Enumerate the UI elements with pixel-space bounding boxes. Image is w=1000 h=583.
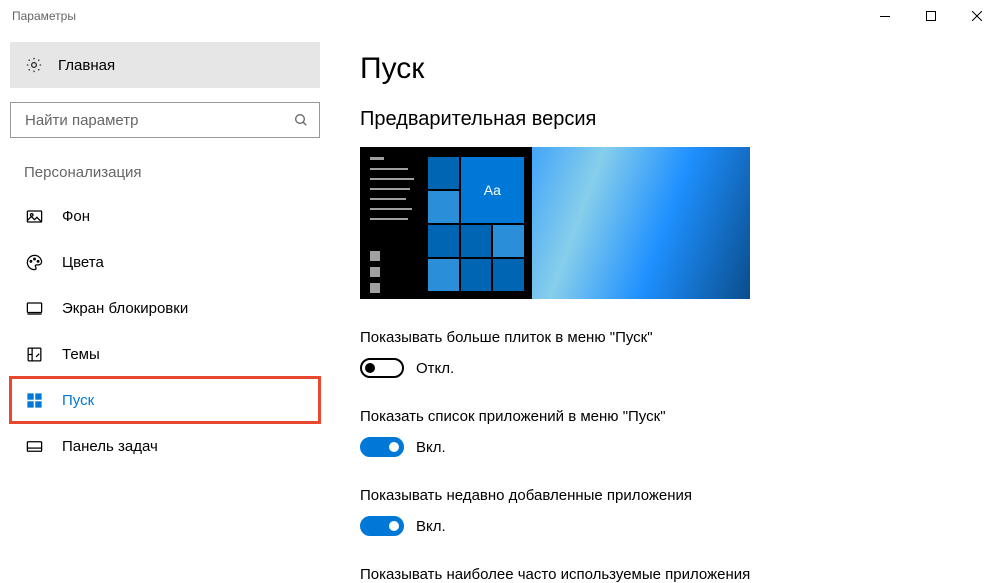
sidebar-item-background[interactable]: Фон [10,193,320,239]
toggle-more-tiles[interactable] [360,358,404,378]
search-icon [293,112,309,128]
subtitle: Предварительная версия [360,108,980,131]
start-icon [24,390,44,410]
sidebar-item-label: Темы [62,346,100,363]
sidebar-item-themes[interactable]: Темы [10,331,320,377]
sidebar-item-colors[interactable]: Цвета [10,239,320,285]
gear-icon [24,55,44,75]
setting-recently-added: Показывать недавно добавленные приложени… [360,487,980,536]
themes-icon [24,344,44,364]
preview-tile-aa: Aa [461,157,524,223]
taskbar-icon [24,436,44,456]
sidebar-item-label: Панель задач [62,438,158,455]
palette-icon [24,252,44,272]
sidebar-item-lockscreen[interactable]: Экран блокировки [10,285,320,331]
setting-app-list: Показать список приложений в меню "Пуск"… [360,408,980,457]
maximize-button[interactable] [908,0,954,32]
sidebar: Главная Персонализация Фон [0,32,330,570]
titlebar: Параметры [0,0,1000,32]
sidebar-home[interactable]: Главная [10,42,320,88]
nav-list: Фон Цвета Экран блокировки [10,193,320,469]
setting-label: Показать список приложений в меню "Пуск" [360,408,980,425]
sidebar-item-label: Цвета [62,254,104,271]
setting-most-used: Показывать наиболее часто используемые п… [360,566,980,583]
toggle-recently-added[interactable] [360,516,404,536]
toggle-app-list[interactable] [360,437,404,457]
main: Пуск Предварительная версия Aa [330,32,1000,570]
toggle-state: Вкл. [416,518,446,535]
sidebar-item-taskbar[interactable]: Панель задач [10,423,320,469]
content: Главная Персонализация Фон [0,32,1000,570]
minimize-button[interactable] [862,0,908,32]
sidebar-home-label: Главная [58,57,115,74]
sidebar-item-label: Экран блокировки [62,300,188,317]
setting-label: Показывать наиболее часто используемые п… [360,566,980,583]
search-box[interactable] [10,102,320,138]
setting-more-tiles: Показывать больше плиток в меню "Пуск" О… [360,329,980,378]
page-title: Пуск [360,52,980,86]
lockscreen-icon [24,298,44,318]
window-controls [862,0,1000,32]
toggle-state: Откл. [416,360,454,377]
setting-label: Показывать больше плиток в меню "Пуск" [360,329,980,346]
toggle-state: Вкл. [416,439,446,456]
start-preview: Aa [360,147,750,299]
setting-label: Показывать недавно добавленные приложени… [360,487,980,504]
window-title: Параметры [12,9,76,23]
sidebar-item-label: Фон [62,208,90,225]
sidebar-section-title: Персонализация [24,164,320,181]
preview-start-menu: Aa [360,147,532,299]
sidebar-item-label: Пуск [62,392,94,409]
sidebar-item-start[interactable]: Пуск [10,377,320,423]
close-button[interactable] [954,0,1000,32]
search-input[interactable] [25,112,293,129]
picture-icon [24,206,44,226]
